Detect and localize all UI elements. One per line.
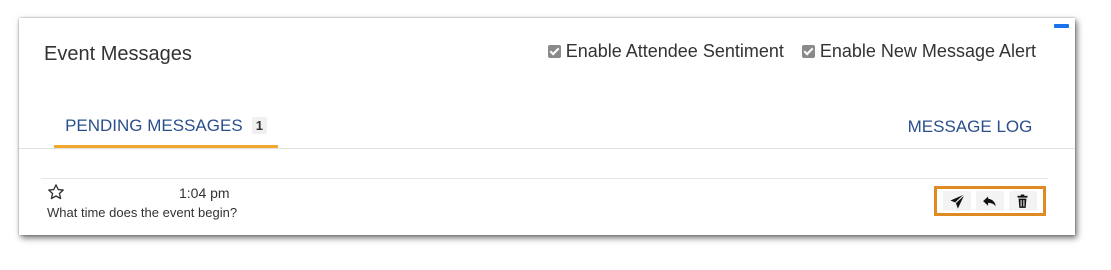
reply-icon xyxy=(983,196,997,206)
panel-title: Event Messages xyxy=(44,43,192,65)
attendee-sentiment-checkbox[interactable] xyxy=(547,45,561,58)
tab-pending-label: PENDING MESSAGES xyxy=(65,115,243,135)
attendee-sentiment-label: Enable Attendee Sentiment xyxy=(565,41,784,61)
message-tabs: PENDING MESSAGES 1 MESSAGE LOG xyxy=(19,106,1075,149)
reply-button[interactable] xyxy=(975,191,1004,211)
pending-count-badge: 1 xyxy=(251,117,267,134)
new-message-alert-option[interactable]: Enable New Message Alert xyxy=(801,41,1036,62)
attendee-sentiment-option[interactable]: Enable Attendee Sentiment xyxy=(547,41,784,62)
message-text: What time does the event begin? xyxy=(47,205,238,220)
options-group: Enable Attendee Sentiment Enable New Mes… xyxy=(530,41,1036,62)
send-button[interactable] xyxy=(943,191,972,211)
tab-message-log[interactable]: MESSAGE LOG xyxy=(905,106,1035,147)
star-outline-icon[interactable] xyxy=(47,183,65,201)
corner-indicator xyxy=(1054,24,1069,28)
new-message-alert-checkbox[interactable] xyxy=(801,45,815,58)
send-icon xyxy=(950,193,965,209)
message-row: 1:04 pm What time does the event begin? xyxy=(41,178,1048,231)
tab-pending-messages[interactable]: PENDING MESSAGES 1 xyxy=(54,106,278,148)
delete-button[interactable] xyxy=(1008,191,1037,211)
new-message-alert-label: Enable New Message Alert xyxy=(819,41,1036,61)
message-actions xyxy=(934,186,1046,216)
tab-log-label: MESSAGE LOG xyxy=(907,116,1033,136)
event-messages-panel: Event Messages Enable Attendee Sentiment… xyxy=(19,18,1075,235)
message-time: 1:04 pm xyxy=(179,185,230,201)
trash-icon xyxy=(1017,194,1028,208)
